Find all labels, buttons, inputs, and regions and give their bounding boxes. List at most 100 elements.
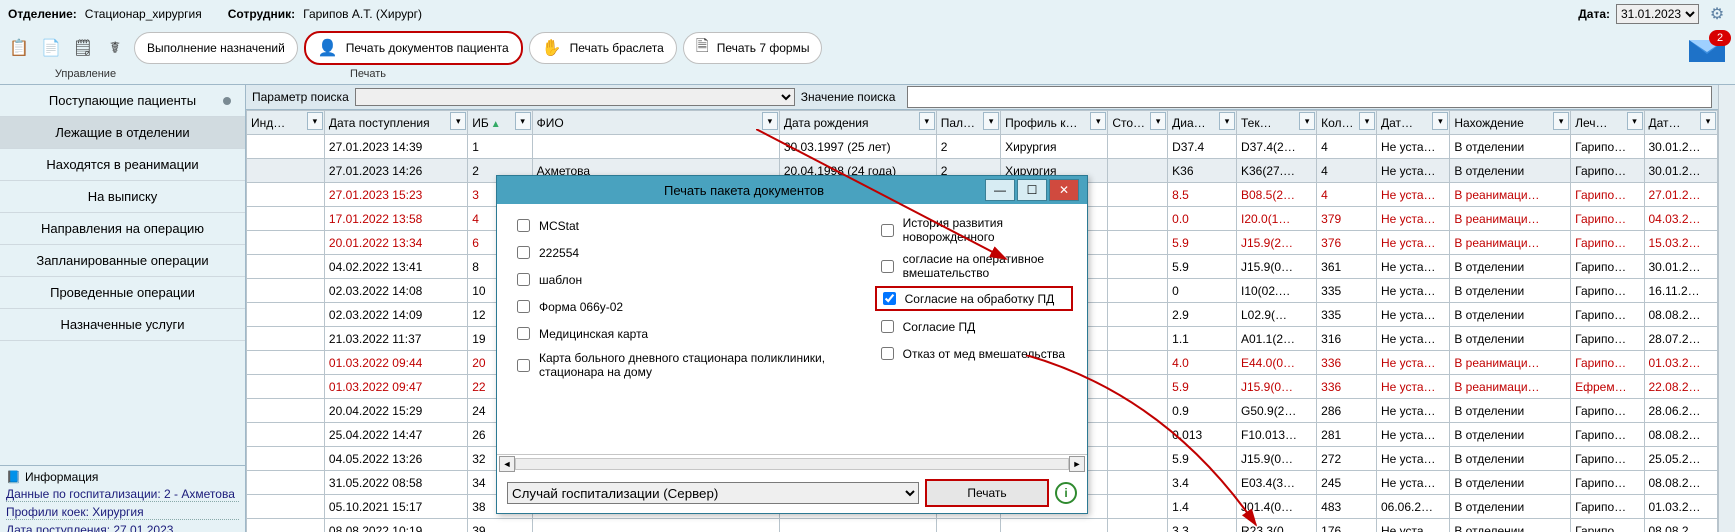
- nav-item[interactable]: Назначенные услуги: [0, 309, 245, 341]
- nav-dot-icon: [223, 97, 231, 105]
- modal-checkbox[interactable]: Отказ от мед вмешательства: [877, 344, 1071, 363]
- modal-checkbox[interactable]: Форма 066у-02: [513, 297, 837, 316]
- filter-dropdown-icon[interactable]: ▾: [307, 112, 323, 130]
- toolbar: 📋 📄 🗒 ☤ Выполнение назначений 👤Печать до…: [0, 28, 1735, 68]
- sidebar: Поступающие пациентыЛежащие в отделенииН…: [0, 85, 246, 532]
- modal-checkbox[interactable]: Карта больного дневного стационара полик…: [513, 351, 837, 379]
- scroll-left-icon[interactable]: ◄: [499, 456, 515, 472]
- modal-checkbox[interactable]: согласие на оперативное вмешательство: [877, 252, 1071, 280]
- column-header[interactable]: Инд…▾: [247, 111, 325, 135]
- nav-item[interactable]: Направления на операцию: [0, 213, 245, 245]
- toolbar-icon-2[interactable]: 📄: [38, 35, 64, 61]
- date-label: Дата:: [1578, 7, 1610, 21]
- table-row[interactable]: 08.08.2022 10:19393.3R23.3(0…176Не уста……: [247, 519, 1718, 532]
- column-header[interactable]: ФИО▾: [532, 111, 779, 135]
- mail-badge: 2: [1709, 30, 1731, 46]
- filter-dropdown-icon[interactable]: ▾: [1432, 112, 1448, 130]
- btn-print-form7[interactable]: 🗎Печать 7 формы: [683, 32, 823, 64]
- toolbar-icon-4[interactable]: ☤: [102, 35, 128, 61]
- toolbar-group-manage: Управление: [8, 68, 163, 84]
- modal-hscroll[interactable]: ◄ ►: [497, 454, 1087, 473]
- modal-checkbox[interactable]: 222554: [513, 243, 837, 262]
- modal-checkbox[interactable]: Медицинская карта: [513, 324, 837, 343]
- column-header[interactable]: Нахождение▾: [1450, 111, 1571, 135]
- modal-title-text: Печать пакета документов: [505, 183, 983, 198]
- filter-dropdown-icon[interactable]: ▾: [1553, 112, 1569, 130]
- modal-checkbox[interactable]: История развития новорожденного: [877, 216, 1071, 244]
- scroll-right-icon[interactable]: ►: [1069, 456, 1085, 472]
- dept-value: Стационар_хирургия: [85, 7, 202, 21]
- column-header[interactable]: Дата поступления▾: [324, 111, 467, 135]
- modal-titlebar[interactable]: Печать пакета документов — ☐ ✕: [497, 176, 1087, 204]
- modal-checkbox[interactable]: MCStat: [513, 216, 837, 235]
- modal-checkbox[interactable]: Согласие на обработку ПД: [877, 288, 1071, 309]
- nav-item[interactable]: Находятся в реанимации: [0, 149, 245, 181]
- search-param-select[interactable]: [355, 88, 795, 106]
- settings-gear-icon[interactable]: ⚙: [1707, 4, 1727, 24]
- column-header[interactable]: Сто…▾: [1108, 111, 1168, 135]
- nav-item[interactable]: На выписку: [0, 181, 245, 213]
- print-docs-modal: Печать пакета документов — ☐ ✕ MCStat 222…: [496, 175, 1088, 514]
- filter-dropdown-icon[interactable]: ▾: [1219, 112, 1235, 130]
- employee-value: Гарипов А.Т. (Хирург): [303, 7, 422, 21]
- filter-dropdown-icon[interactable]: ▾: [983, 112, 999, 130]
- filter-dropdown-icon[interactable]: ▾: [919, 112, 935, 130]
- table-row[interactable]: 27.01.2023 14:39130.03.1997 (25 лет)2Хир…: [247, 135, 1718, 159]
- modal-print-button[interactable]: Печать: [925, 479, 1049, 507]
- hand-icon: ✋: [542, 38, 562, 58]
- modal-checkbox[interactable]: шаблон: [513, 270, 837, 289]
- column-header[interactable]: Диа…▾: [1168, 111, 1237, 135]
- nav-item[interactable]: Поступающие пациенты: [0, 85, 245, 117]
- filter-dropdown-icon[interactable]: ▾: [515, 112, 531, 130]
- filter-dropdown-icon[interactable]: ▾: [1359, 112, 1375, 130]
- nav-item[interactable]: Проведенные операции: [0, 277, 245, 309]
- modal-min-button[interactable]: —: [985, 179, 1015, 201]
- search-value-input[interactable]: [907, 86, 1712, 108]
- column-header[interactable]: Дата рождения▾: [779, 111, 936, 135]
- filter-dropdown-icon[interactable]: ▾: [1700, 112, 1716, 130]
- btn-assignments[interactable]: Выполнение назначений: [134, 32, 298, 64]
- modal-close-button[interactable]: ✕: [1049, 179, 1079, 201]
- toolbar-groups: Управление Печать: [0, 68, 1735, 84]
- filter-dropdown-icon[interactable]: ▾: [1090, 112, 1106, 130]
- content-pane: Параметр поиска Значение поиска Инд…▾Дат…: [246, 85, 1718, 532]
- filter-dropdown-icon[interactable]: ▾: [1627, 112, 1643, 130]
- filter-dropdown-icon[interactable]: ▾: [1150, 112, 1166, 130]
- modal-checkbox[interactable]: Согласие ПД: [877, 317, 1071, 336]
- btn-print-patient-docs[interactable]: 👤Печать документов пациента: [304, 31, 523, 65]
- mail-icon[interactable]: 2: [1687, 34, 1727, 64]
- search-param-label: Параметр поиска: [246, 90, 355, 104]
- book-icon: 📘: [6, 470, 21, 484]
- info-row-date: Дата поступления: 27.01.2023: [6, 523, 239, 532]
- info-row-hosp: Данные по госпитализации: 2 - Ахметова: [6, 487, 239, 502]
- info-title: Информация: [25, 470, 98, 484]
- column-header[interactable]: Пал…▾: [936, 111, 1000, 135]
- column-header[interactable]: Дат…▾: [1644, 111, 1718, 135]
- nav-item[interactable]: Лежащие в отделении: [0, 117, 245, 149]
- info-panel: 📘 Информация Данные по госпитализации: 2 …: [0, 465, 245, 532]
- nav-item[interactable]: Запланированные операции: [0, 245, 245, 277]
- btn-print-bracelet[interactable]: ✋Печать браслета: [529, 32, 677, 64]
- info-row-profile: Профили коек: Хирургия: [6, 505, 239, 520]
- toolbar-icon-1[interactable]: 📋: [6, 35, 32, 61]
- column-header[interactable]: Леч…▾: [1571, 111, 1644, 135]
- search-row: Параметр поиска Значение поиска: [246, 85, 1718, 110]
- filter-dropdown-icon[interactable]: ▾: [1299, 112, 1315, 130]
- toolbar-group-print: Печать: [163, 68, 573, 84]
- toolbar-icon-3[interactable]: 🗒: [70, 35, 96, 61]
- date-select[interactable]: 31.01.2023: [1616, 4, 1699, 24]
- column-header[interactable]: Дат…▾: [1376, 111, 1449, 135]
- grid-vscroll[interactable]: [1718, 85, 1735, 532]
- column-header[interactable]: Профиль к…▾: [1001, 111, 1108, 135]
- filter-dropdown-icon[interactable]: ▾: [450, 112, 466, 130]
- info-icon[interactable]: i: [1055, 482, 1077, 504]
- search-value-label: Значение поиска: [795, 90, 902, 104]
- column-header[interactable]: Кол…▾: [1317, 111, 1377, 135]
- modal-case-select[interactable]: Случай госпитализации (Сервер): [507, 482, 919, 504]
- filter-dropdown-icon[interactable]: ▾: [762, 112, 778, 130]
- column-header[interactable]: Тек…▾: [1237, 111, 1317, 135]
- column-header[interactable]: ИБ▲▾: [468, 111, 532, 135]
- modal-max-button[interactable]: ☐: [1017, 179, 1047, 201]
- top-bar: Отделение: Стационар_хирургия Сотрудник:…: [0, 0, 1735, 28]
- person-print-icon: 👤: [318, 38, 338, 58]
